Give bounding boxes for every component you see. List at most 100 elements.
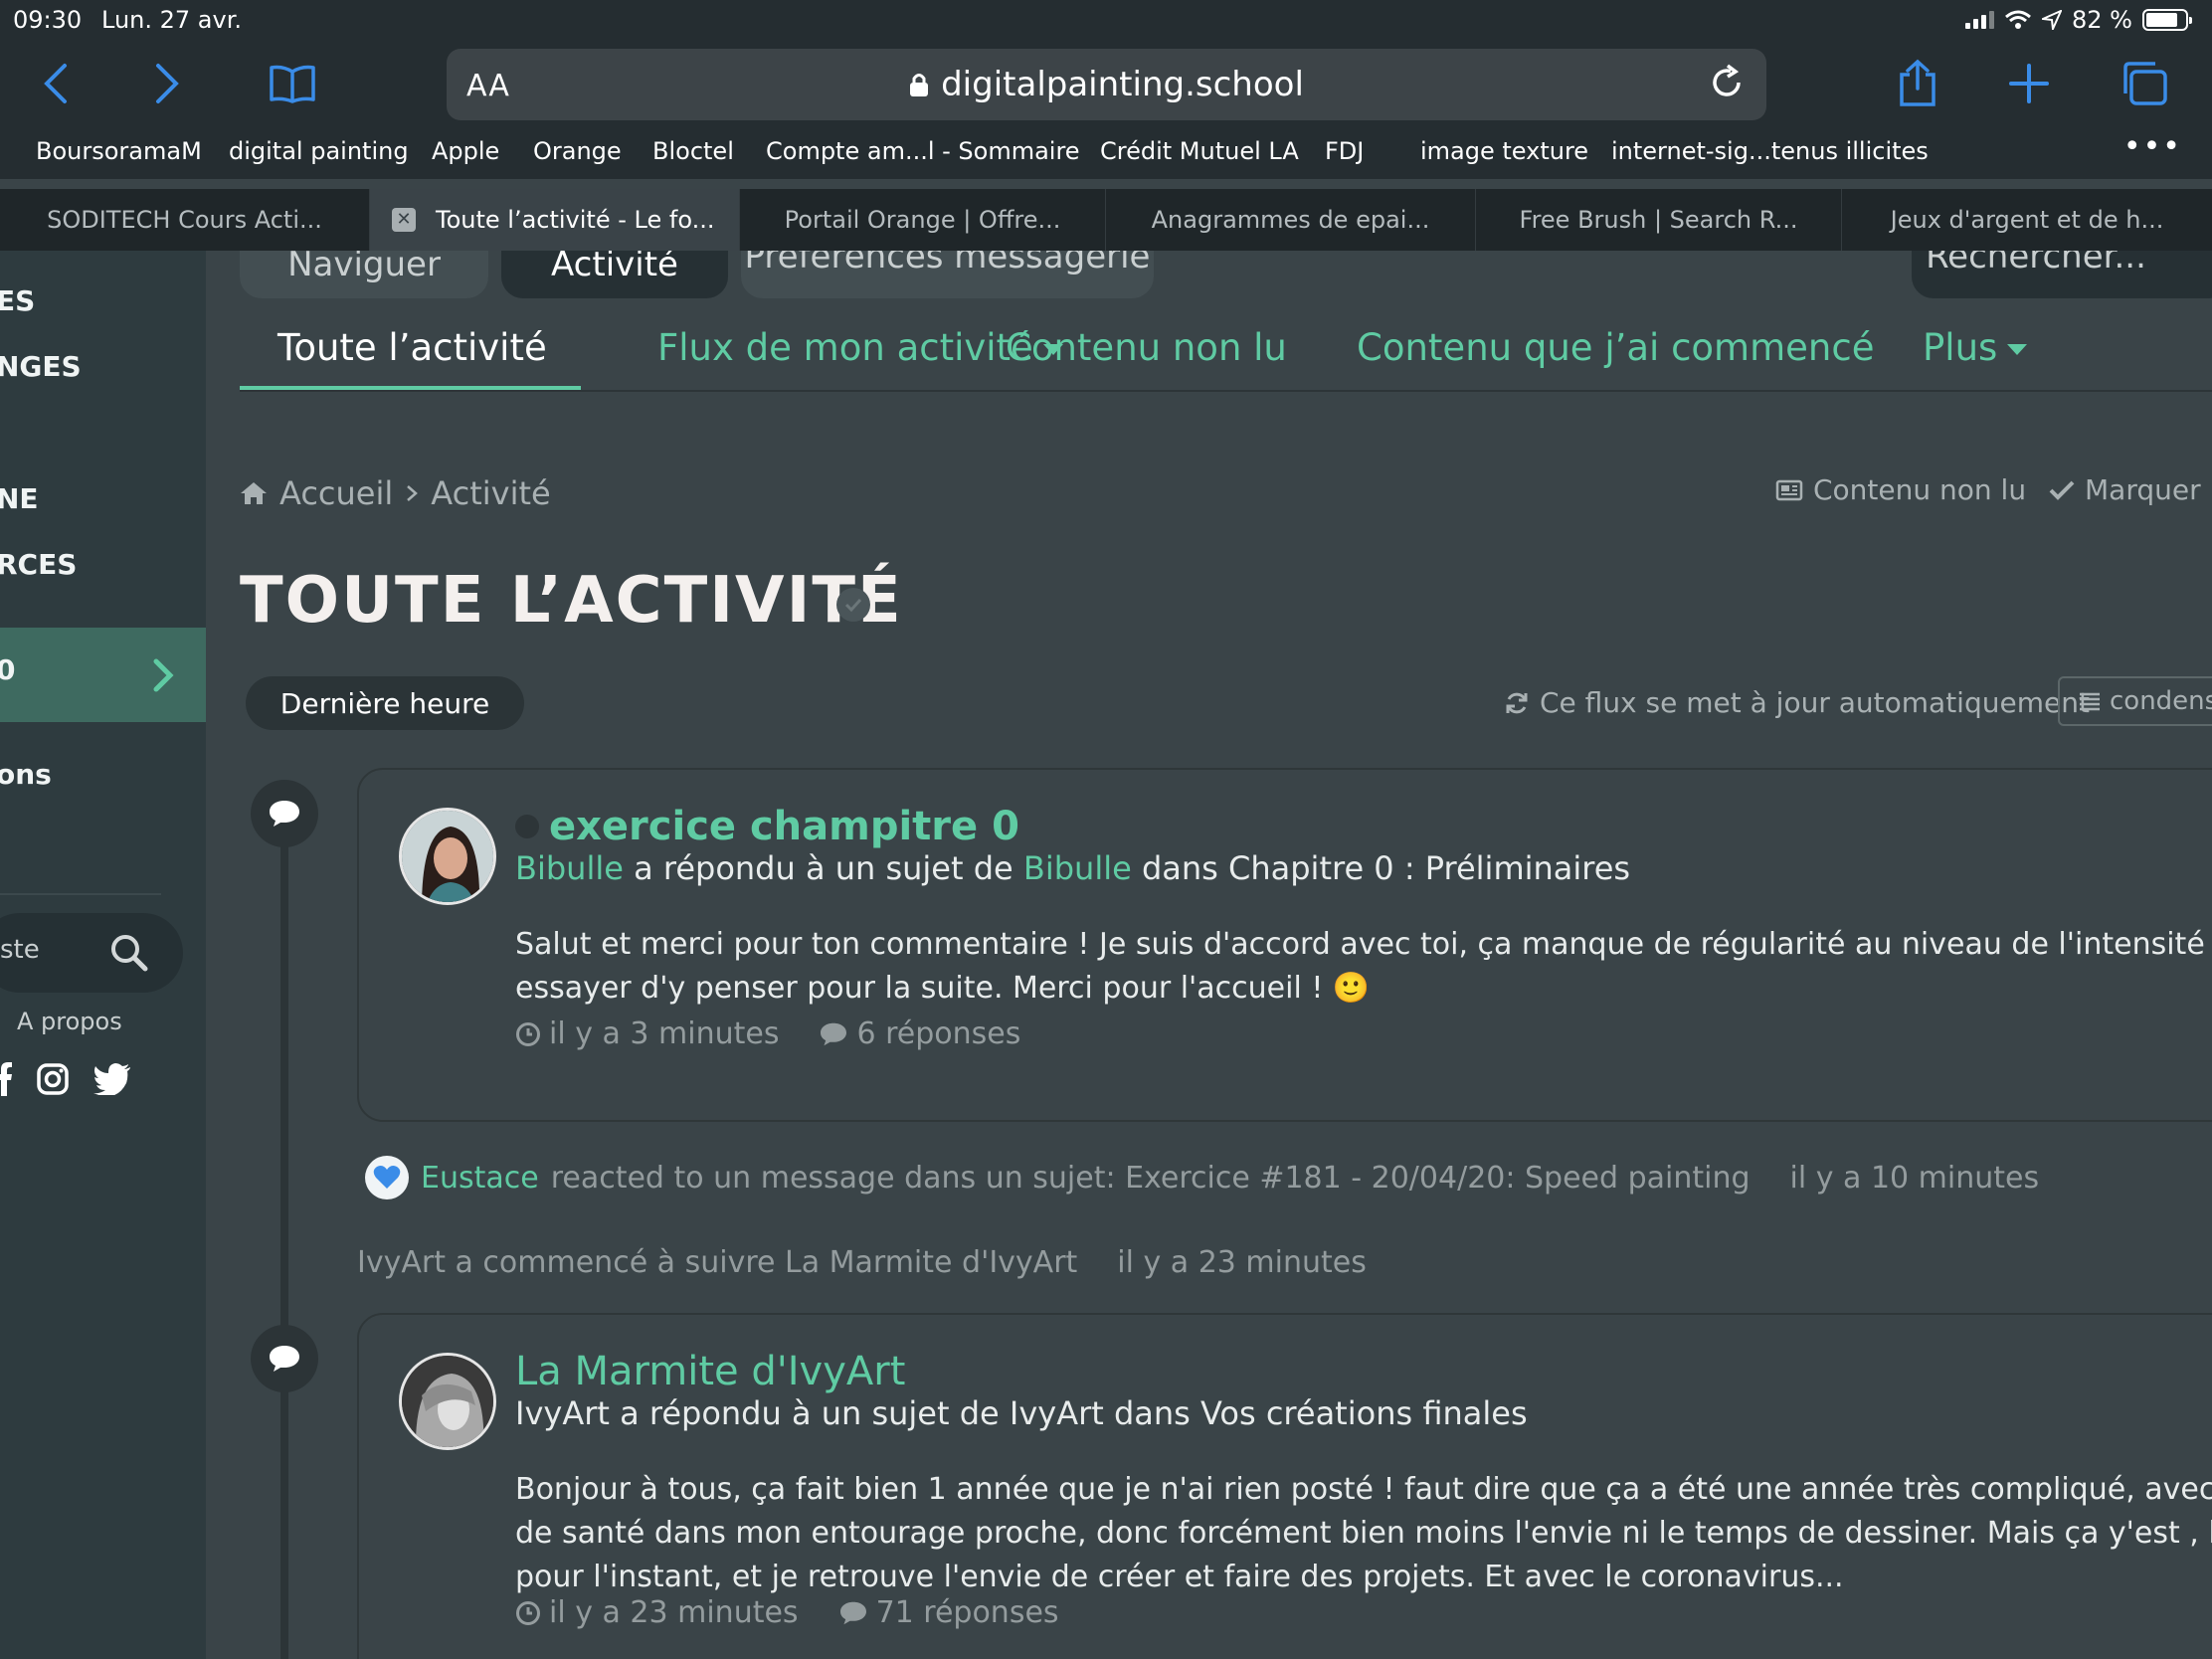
back-button[interactable] bbox=[26, 54, 86, 113]
author-link[interactable]: Bibulle bbox=[515, 849, 624, 887]
favorite-link[interactable]: internet-sig...tenus illicites bbox=[1611, 137, 1929, 165]
post-excerpt: Salut et merci pour ton commentaire ! Je… bbox=[515, 923, 2212, 1011]
post-excerpt: Bonjour à tous, ça fait bien 1 année que… bbox=[515, 1468, 2212, 1599]
about-link[interactable]: A propos bbox=[17, 1008, 122, 1035]
breadcrumb-current[interactable]: Activité bbox=[431, 474, 550, 512]
tab-overview-button[interactable] bbox=[2115, 54, 2174, 113]
site-sidebar: ES NGES NE RCES 0 ons ste A propos bbox=[0, 251, 206, 1659]
list-icon bbox=[2080, 692, 2100, 711]
new-tab-button[interactable] bbox=[1999, 54, 2059, 113]
tab-label: Free Brush | Search R... bbox=[1519, 206, 1798, 234]
post-replies-text: 6 réponses bbox=[856, 1016, 1021, 1051]
post-title: exercice champitre 0 bbox=[549, 804, 1019, 849]
twitter-icon[interactable] bbox=[93, 1063, 131, 1095]
chevron-right-icon bbox=[407, 485, 419, 501]
tab-unread-content[interactable]: Contenu non lu bbox=[1006, 326, 1287, 369]
status-date: Lun. 27 avr. bbox=[101, 6, 242, 34]
post-title-link[interactable]: La Marmite d'IvyArt bbox=[515, 1349, 905, 1394]
search-icon[interactable] bbox=[109, 933, 149, 973]
tab-started-content[interactable]: Contenu que j’ai commencé bbox=[1357, 326, 1874, 369]
sidebar-item[interactable]: ons bbox=[0, 758, 52, 791]
sidebar-search-input[interactable]: ste bbox=[0, 913, 183, 993]
instagram-icon[interactable] bbox=[36, 1062, 70, 1096]
browser-tab[interactable]: Jeux d'argent et de h... bbox=[1842, 189, 2212, 251]
follow-check-icon[interactable] bbox=[836, 588, 870, 622]
activity-card: La Marmite d'IvyArt IvyArt a répondu à u… bbox=[357, 1313, 2212, 1659]
newspaper-icon bbox=[1775, 479, 1803, 500]
action-text: a répondu à un sujet de bbox=[634, 849, 1014, 887]
time-filter-button[interactable]: Dernière heure bbox=[246, 676, 524, 730]
favorite-link[interactable]: Bloctel bbox=[652, 137, 734, 165]
mark-read-link[interactable]: Marquer l bbox=[2049, 473, 2212, 506]
activity-card: exercice champitre 0 Bibulle a répondu à… bbox=[357, 768, 2212, 1122]
more-icon[interactable]: ••• bbox=[2123, 129, 2182, 164]
search-placeholder: ste bbox=[0, 935, 40, 965]
reaction-row: Eustace reacted to un message dans un su… bbox=[365, 1156, 2039, 1199]
tab-my-activity-stream[interactable]: Flux de mon activité bbox=[657, 326, 1063, 369]
forward-button[interactable] bbox=[137, 54, 197, 113]
nav-browse[interactable]: Naviguer bbox=[240, 251, 488, 298]
sidebar-item[interactable]: NE bbox=[0, 482, 39, 515]
post-replies-link[interactable]: 71 réponses bbox=[838, 1595, 1059, 1630]
refresh-icon bbox=[1506, 692, 1528, 713]
global-search-input[interactable]: Rechercher... bbox=[1912, 251, 2212, 298]
unread-content-link[interactable]: Contenu non lu bbox=[1775, 473, 2026, 506]
reaction-text[interactable]: reacted to un message dans un sujet: Exe… bbox=[551, 1161, 1751, 1196]
browser-tab[interactable]: Portail Orange | Offre... bbox=[740, 189, 1106, 251]
facebook-icon[interactable] bbox=[0, 1062, 12, 1096]
nav-activity[interactable]: Activité bbox=[501, 251, 728, 298]
favorite-link[interactable]: Compte am...l - Sommaire bbox=[766, 137, 1080, 165]
avatar[interactable] bbox=[399, 808, 496, 905]
close-icon[interactable]: ✕ bbox=[392, 208, 416, 232]
share-button[interactable] bbox=[1888, 54, 1947, 113]
wifi-icon bbox=[2005, 10, 2031, 29]
sidebar-item[interactable]: RCES bbox=[0, 548, 77, 581]
browser-tabs: SODITECH Cours Acti... ✕ Toute l’activit… bbox=[0, 189, 2212, 251]
activity-subnav: Toute l’activité Flux de mon activité Co… bbox=[240, 320, 2212, 392]
sidebar-item-active[interactable]: 0 bbox=[0, 628, 206, 722]
offline-status-icon bbox=[515, 815, 539, 838]
favorite-link[interactable]: Apple bbox=[432, 137, 499, 165]
sidebar-item[interactable]: ES bbox=[0, 284, 35, 317]
post-title-link[interactable]: exercice champitre 0 bbox=[515, 804, 1019, 849]
sidebar-divider bbox=[0, 893, 161, 895]
tab-label: Portail Orange | Offre... bbox=[784, 206, 1061, 234]
reaction-time: il y a 10 minutes bbox=[1789, 1160, 2040, 1196]
post-time: il y a 3 minutes bbox=[515, 1016, 779, 1051]
sidebar-item[interactable]: NGES bbox=[0, 350, 82, 383]
sidebar-item-label: 0 bbox=[0, 653, 16, 686]
excerpt-line: pour l'instant, et je retrouve l'envie d… bbox=[515, 1560, 1844, 1594]
favorite-link[interactable]: image texture bbox=[1420, 137, 1588, 165]
tab-all-activity[interactable]: Toute l’activité bbox=[277, 326, 547, 369]
breadcrumb: Accueil Activité bbox=[240, 474, 551, 512]
condensed-view-button[interactable]: condensé bbox=[2058, 676, 2212, 726]
bookmarks-button[interactable] bbox=[263, 54, 322, 113]
reaction-user-link[interactable]: Eustace bbox=[421, 1161, 539, 1196]
breadcrumb-home[interactable]: Accueil bbox=[279, 474, 393, 512]
reload-icon[interactable] bbox=[1707, 63, 1747, 102]
post-meta: IvyArt a répondu à un sujet de IvyArt da… bbox=[515, 1394, 1528, 1432]
post-replies-link[interactable]: 6 réponses bbox=[819, 1016, 1020, 1051]
nav-messaging-preferences[interactable]: Préférences messagerie bbox=[741, 251, 1154, 298]
favorite-link[interactable]: FDJ bbox=[1325, 137, 1364, 165]
address-bar[interactable]: AA digitalpainting.school bbox=[447, 49, 1766, 120]
post-time-text: il y a 3 minutes bbox=[549, 1016, 780, 1051]
favorite-link[interactable]: BoursoramaM bbox=[36, 137, 202, 165]
chevron-right-icon bbox=[156, 64, 179, 103]
comment-icon bbox=[839, 1601, 866, 1624]
follow-row: IvyArt a commencé à suivre La Marmite d'… bbox=[357, 1245, 1367, 1280]
follow-text[interactable]: IvyArt a commencé à suivre La Marmite d'… bbox=[357, 1245, 1077, 1280]
avatar[interactable] bbox=[399, 1353, 496, 1450]
favorite-link[interactable]: digital painting bbox=[229, 137, 409, 165]
browser-tab[interactable]: Anagrammes de epai... bbox=[1106, 189, 1476, 251]
favorite-link[interactable]: Orange bbox=[533, 137, 622, 165]
browser-tab[interactable]: SODITECH Cours Acti... bbox=[0, 189, 370, 251]
browser-tab-active[interactable]: ✕ Toute l’activité - Le fo... bbox=[370, 189, 740, 251]
comment-icon bbox=[251, 1325, 318, 1392]
browser-tab[interactable]: Free Brush | Search R... bbox=[1476, 189, 1842, 251]
tab-more[interactable]: Plus bbox=[1923, 326, 2028, 369]
favorite-link[interactable]: Crédit Mutuel LA bbox=[1100, 137, 1299, 165]
topic-author-link[interactable]: Bibulle bbox=[1023, 849, 1132, 887]
social-links bbox=[0, 1062, 131, 1096]
active-tab-indicator bbox=[240, 386, 581, 390]
